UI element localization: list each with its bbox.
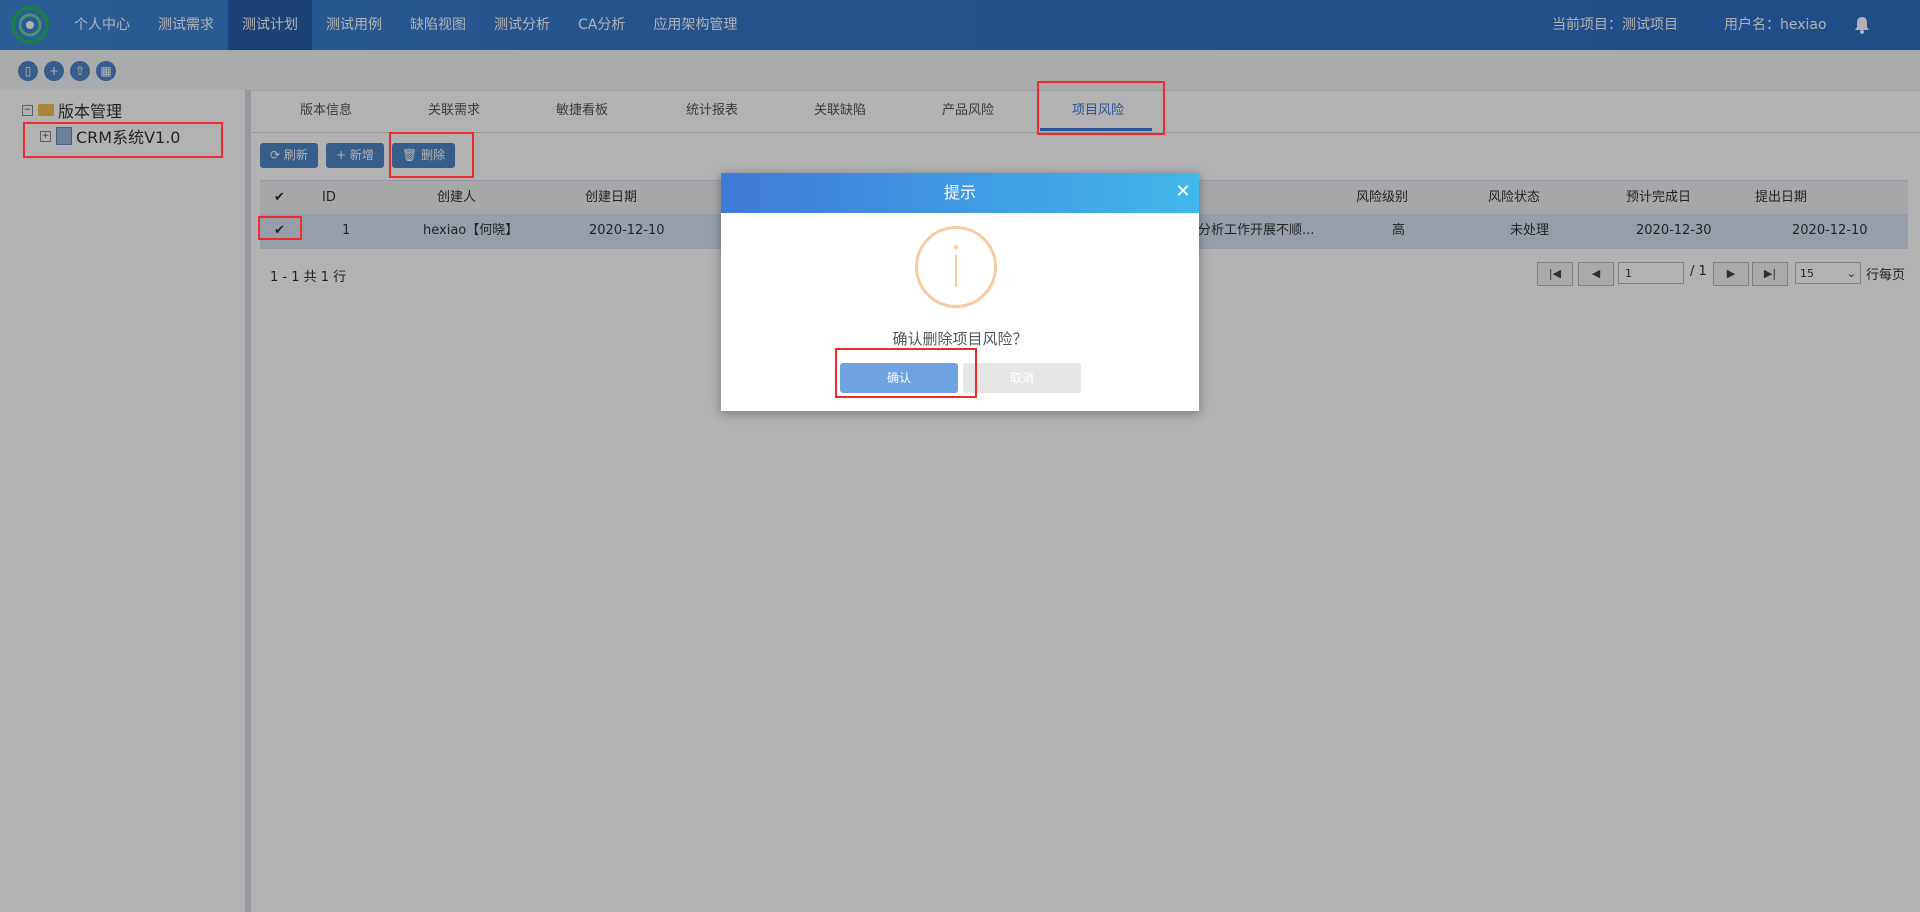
info-icon — [915, 226, 997, 308]
dialog-message: 确认删除项目风险？ — [892, 330, 1028, 348]
highlight-tree-node — [23, 122, 223, 158]
highlight-row-checkbox — [258, 216, 302, 240]
dialog-title: 提示 — [943, 183, 976, 202]
modal-backdrop[interactable] — [0, 0, 1920, 912]
cancel-button[interactable]: 取消 — [963, 363, 1081, 393]
highlight-project-risk-tab — [1037, 81, 1165, 135]
highlight-confirm-button — [835, 348, 977, 398]
highlight-delete-button — [389, 132, 474, 178]
close-icon[interactable]: ✕ — [1173, 182, 1193, 202]
